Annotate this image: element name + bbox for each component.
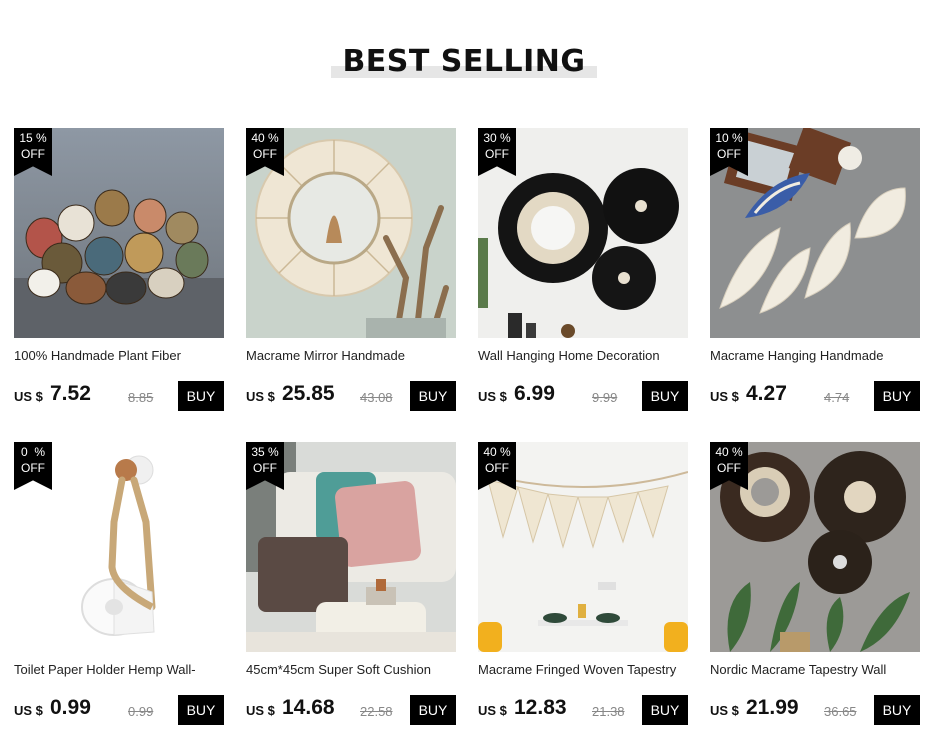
buy-button[interactable]: BUY <box>874 381 920 411</box>
discount-badge: 40 % OFF <box>478 442 516 490</box>
discount-badge: 35 % OFF <box>246 442 284 490</box>
currency-label: US $ <box>478 703 507 718</box>
original-price: 8.85 <box>128 390 154 405</box>
section-heading: BEST SELLING <box>342 44 586 79</box>
product-title[interactable]: 100% Handmade Plant Fiber <box>14 347 224 365</box>
sale-price: 6.99 <box>514 382 555 405</box>
price-row: US $ 25.85 43.08 BUY <box>246 380 456 412</box>
sale-price: 7.52 <box>50 382 91 405</box>
price-row: US $ 0.99 0.99 BUY <box>14 694 224 726</box>
product-title[interactable]: 45cm*45cm Super Soft Cushion <box>246 661 456 679</box>
price-row: US $ 12.83 21.38 BUY <box>478 694 688 726</box>
product-title[interactable]: Macrame Mirror Handmade <box>246 347 456 365</box>
original-price: 36.65 <box>824 704 857 719</box>
product-image-macrame-mirror[interactable]: 40 % OFF <box>246 128 456 338</box>
product-title[interactable]: Macrame Hanging Handmade <box>710 347 920 365</box>
product-image-nordic-tapestry[interactable]: 40 % OFF <box>710 442 920 652</box>
product-card[interactable]: 35 % OFF 45cm*45cm Super Soft Cushion US… <box>246 442 456 728</box>
discount-badge: 40 % OFF <box>710 442 748 490</box>
product-card[interactable]: 30 % OFF Wall Hanging Home Decoration US… <box>478 128 688 414</box>
sale-price: 4.27 <box>746 382 787 405</box>
original-price: 43.08 <box>360 390 393 405</box>
product-grid: 15 % OFF 100% Handmade Plant Fiber US $ … <box>14 128 920 728</box>
product-card[interactable]: 15 % OFF 100% Handmade Plant Fiber US $ … <box>14 128 224 414</box>
currency-label: US $ <box>246 703 275 718</box>
sale-price: 25.85 <box>282 382 335 405</box>
buy-button[interactable]: BUY <box>178 381 224 411</box>
price-row: US $ 7.52 8.85 BUY <box>14 380 224 412</box>
product-card[interactable]: 0 % OFF Toilet Paper Holder Hemp Wall- U… <box>14 442 224 728</box>
original-price: 22.58 <box>360 704 393 719</box>
sale-price: 12.83 <box>514 696 567 719</box>
buy-button[interactable]: BUY <box>642 695 688 725</box>
price-row: US $ 21.99 36.65 BUY <box>710 694 920 726</box>
original-price: 0.99 <box>128 704 154 719</box>
sale-price: 0.99 <box>50 696 91 719</box>
buy-button[interactable]: BUY <box>874 695 920 725</box>
original-price: 4.74 <box>824 390 850 405</box>
buy-button[interactable]: BUY <box>410 695 456 725</box>
section-heading-block: BEST SELLING <box>331 44 597 80</box>
price-row: US $ 6.99 9.99 BUY <box>478 380 688 412</box>
price-row: US $ 14.68 22.58 BUY <box>246 694 456 726</box>
discount-badge: 30 % OFF <box>478 128 516 176</box>
product-title[interactable]: Nordic Macrame Tapestry Wall <box>710 661 920 679</box>
product-card[interactable]: 40 % OFF Nordic Macrame Tapestry Wall US… <box>710 442 920 728</box>
product-card[interactable]: 40 % OFF Macrame Mirror Handmade US $ 25… <box>246 128 456 414</box>
original-price: 21.38 <box>592 704 625 719</box>
buy-button[interactable]: BUY <box>410 381 456 411</box>
discount-badge: 0 % OFF <box>14 442 52 490</box>
product-image-cushions[interactable]: 35 % OFF <box>246 442 456 652</box>
product-image-macrame-leaves[interactable]: 10 % OFF <box>710 128 920 338</box>
product-title[interactable]: Macrame Fringed Woven Tapestry <box>478 661 688 679</box>
product-image-feather-wall-hanging[interactable]: 30 % OFF <box>478 128 688 338</box>
currency-label: US $ <box>14 389 43 404</box>
original-price: 9.99 <box>592 390 618 405</box>
currency-label: US $ <box>478 389 507 404</box>
currency-label: US $ <box>14 703 43 718</box>
buy-button[interactable]: BUY <box>178 695 224 725</box>
product-title[interactable]: Toilet Paper Holder Hemp Wall- <box>14 661 224 679</box>
buy-button[interactable]: BUY <box>642 381 688 411</box>
discount-badge: 10 % OFF <box>710 128 748 176</box>
sale-price: 21.99 <box>746 696 799 719</box>
discount-badge: 40 % OFF <box>246 128 284 176</box>
currency-label: US $ <box>710 389 739 404</box>
product-card[interactable]: 10 % OFF Macrame Hanging Handmade US $ 4… <box>710 128 920 414</box>
discount-badge: 15 % OFF <box>14 128 52 176</box>
product-image-toilet-paper-holder[interactable]: 0 % OFF <box>14 442 224 652</box>
currency-label: US $ <box>710 703 739 718</box>
currency-label: US $ <box>246 389 275 404</box>
product-card[interactable]: 40 % OFF Macrame Fringed Woven Tapestry … <box>478 442 688 728</box>
product-image-fringed-tapestry[interactable]: 40 % OFF <box>478 442 688 652</box>
product-image-baskets[interactable]: 15 % OFF <box>14 128 224 338</box>
product-title[interactable]: Wall Hanging Home Decoration <box>478 347 688 365</box>
sale-price: 14.68 <box>282 696 335 719</box>
price-row: US $ 4.27 4.74 BUY <box>710 380 920 412</box>
